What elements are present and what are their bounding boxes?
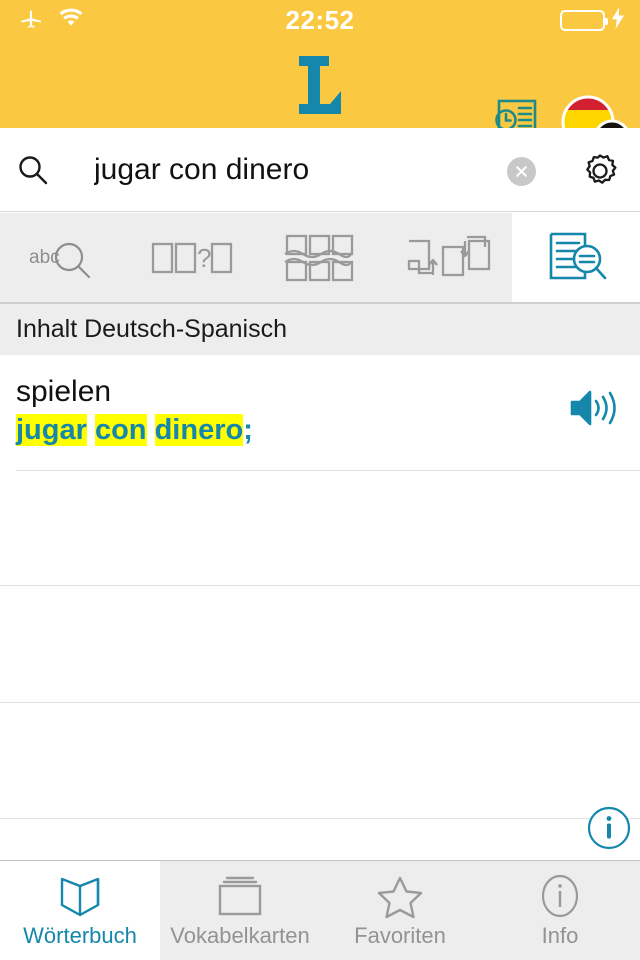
highlight-term-1: con — [94, 414, 147, 447]
bottom-tab-label: Favoriten — [354, 923, 446, 948]
search-icon[interactable] — [17, 154, 49, 186]
search-mode-tabs: abc ? — [0, 213, 640, 303]
tab-abc-search[interactable]: abc — [0, 213, 128, 302]
status-clock: 22:52 — [285, 4, 355, 35]
app-root: 22:52 jugar con dinero abc ? Inhalt Deut… — [0, 0, 640, 960]
battery-icon — [560, 9, 608, 31]
card-stack-icon — [214, 872, 266, 920]
entry-headword: spielen — [16, 375, 112, 408]
info-circle-icon[interactable] — [587, 806, 631, 850]
tab-swap-direction[interactable] — [384, 213, 512, 302]
highlight-term-2: dinero — [154, 414, 244, 447]
status-right-group — [560, 6, 626, 34]
search-input[interactable] — [94, 128, 474, 211]
langenscheidt-logo — [287, 54, 353, 116]
translation-punctuation: ; — [243, 414, 253, 447]
list-divider — [0, 818, 640, 819]
speaker-icon[interactable] — [566, 384, 618, 432]
bottom-tab-bar: Wörterbuch Vokabelkarten Favoriten Info — [0, 860, 640, 960]
section-title: Inhalt Deutsch-Spanisch — [16, 315, 287, 343]
info-circle-icon — [534, 872, 586, 920]
clear-search-icon[interactable] — [507, 157, 536, 186]
highlight-term-0: jugar — [16, 414, 87, 447]
tab-wildcard-search[interactable]: ? — [128, 213, 256, 302]
entry-translation: jugar con dinero; — [16, 412, 640, 450]
list-divider — [0, 585, 640, 586]
list-divider — [16, 470, 640, 471]
bottom-tab-info[interactable]: Info — [480, 861, 640, 960]
bottom-tab-favoriten[interactable]: Favoriten — [320, 861, 480, 960]
bottom-tab-label: Info — [541, 923, 579, 948]
gear-icon[interactable] — [578, 149, 622, 193]
bottom-tab-woerterbuch[interactable]: Wörterbuch — [0, 861, 160, 960]
tab-content-search[interactable] — [512, 213, 640, 302]
tab-fulltext-search[interactable] — [256, 213, 384, 302]
star-icon — [374, 872, 426, 920]
bottom-tab-label: Vokabelkarten — [170, 923, 310, 948]
dictionary-entry[interactable]: spielen jugar con dinero; — [0, 355, 640, 450]
app-header — [0, 40, 640, 157]
bottom-tab-vokabelkarten[interactable]: Vokabelkarten — [160, 861, 320, 960]
bottom-tab-label: Wörterbuch — [23, 923, 137, 948]
status-bar: 22:52 — [0, 0, 640, 40]
svg-text:?: ? — [197, 243, 211, 273]
charging-bolt-icon — [610, 6, 626, 34]
search-bar — [0, 128, 640, 212]
content-section-header: Inhalt Deutsch-Spanisch — [0, 303, 640, 355]
open-book-icon — [54, 872, 106, 920]
list-divider — [0, 702, 640, 703]
